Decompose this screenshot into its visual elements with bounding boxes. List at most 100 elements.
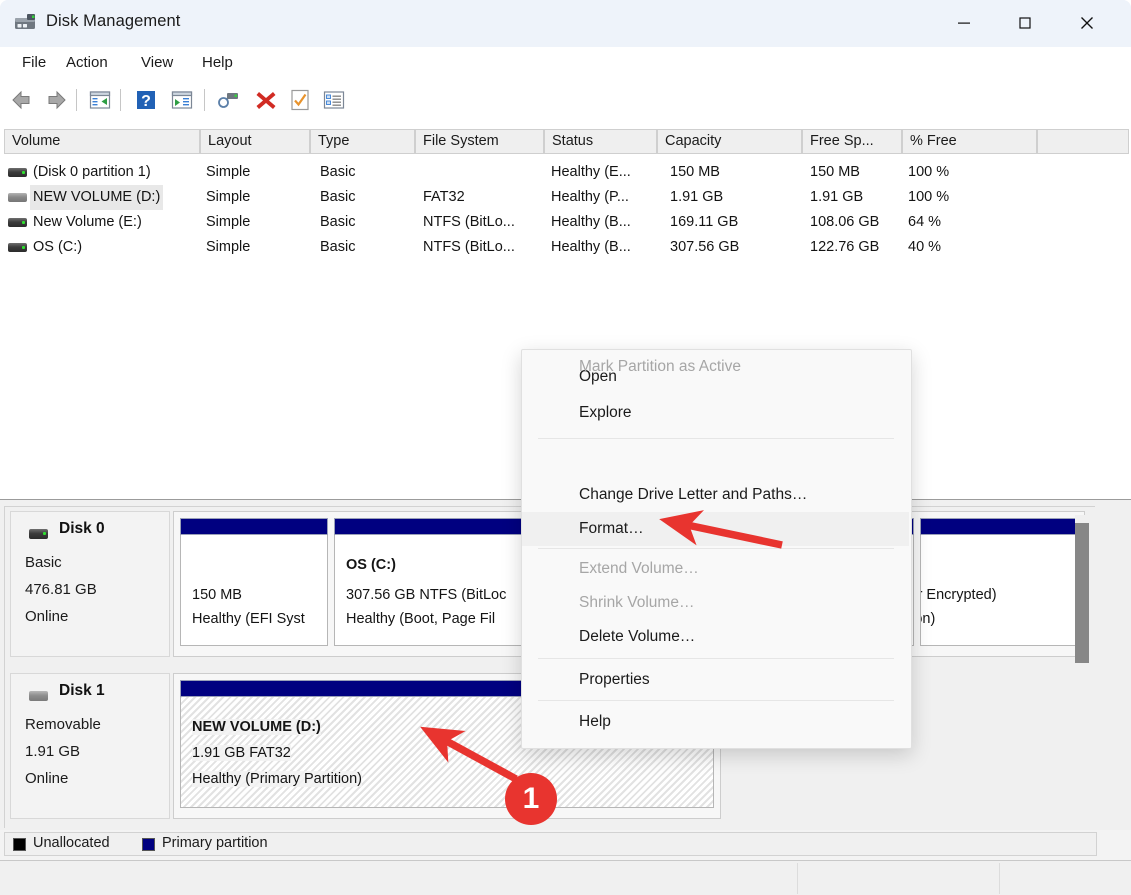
disk0-new-volume-partition[interactable]: cker Encrypted) rtition)	[920, 518, 1080, 646]
menu-bar: File Action View Help	[0, 47, 1131, 79]
rescan-disks-icon[interactable]	[216, 88, 240, 112]
up-one-level-icon[interactable]	[88, 88, 112, 112]
delete-icon[interactable]	[254, 88, 278, 112]
cell-layout: Simple	[206, 239, 251, 255]
minimize-icon	[958, 22, 970, 24]
legend-bar: Unallocated Primary partition	[4, 832, 1097, 856]
partition-size: 1.91 GB FAT32	[192, 745, 291, 761]
cell-status: Healthy (E...	[551, 164, 631, 180]
back-arrow-icon[interactable]	[10, 88, 34, 112]
disk-state: Online	[25, 770, 69, 787]
disk-management-window: Disk Management File Action View Help ? …	[0, 0, 1131, 895]
cell-free-space: 108.06 GB	[810, 214, 880, 230]
partition-body: 150 MB Healthy (EFI Syst	[180, 535, 328, 646]
menu-item-change-drive-letter-and-paths[interactable]: Change Drive Letter and Paths…	[522, 478, 909, 512]
column-header-layout[interactable]: Layout	[200, 129, 310, 154]
disk-online-icon	[29, 529, 48, 539]
table-row[interactable]: (Disk 0 partition 1) Simple Basic Health…	[0, 160, 1131, 185]
toolbar: ?	[0, 79, 1131, 122]
menu-separator-3	[538, 658, 894, 659]
legend-swatch-primary-partition	[142, 838, 155, 851]
column-header-spacer[interactable]	[1037, 129, 1129, 154]
partition-label: OS (C:)	[346, 557, 396, 573]
close-icon	[1081, 17, 1093, 29]
context-menu: Open Explore Mark Partition as Active Ch…	[521, 349, 912, 749]
toolbar-separator	[76, 89, 77, 111]
maximize-icon	[1019, 17, 1031, 29]
disk-state: Online	[25, 608, 69, 625]
cell-type: Basic	[320, 214, 356, 230]
menu-help[interactable]: Help	[196, 53, 239, 72]
help-icon[interactable]: ?	[134, 88, 158, 112]
status-bar	[0, 860, 1131, 895]
partition-color-bar	[920, 518, 1080, 535]
disk-info-0: Disk 0 Basic 476.81 GB Online	[10, 511, 170, 657]
menu-item-properties[interactable]: Properties	[522, 663, 909, 697]
menu-action[interactable]: Action	[60, 53, 114, 72]
cell-file-system: NTFS (BitLo...	[423, 214, 515, 230]
partition-status: Healthy (EFI Syst	[192, 611, 305, 627]
show-hide-console-tree-icon[interactable]	[170, 88, 194, 112]
cell-capacity: 1.91 GB	[670, 189, 724, 205]
cell-percent-free: 40 %	[908, 239, 942, 255]
partition-size: 307.56 GB NTFS (BitLoc	[346, 587, 507, 603]
disk-removable-icon	[29, 691, 48, 701]
volume-name: (Disk 0 partition 1)	[33, 164, 151, 180]
cell-file-system: FAT32	[423, 189, 465, 205]
disk-size: 1.91 GB	[25, 743, 81, 760]
menu-item-mark-partition-as-active: Mark Partition as Active	[579, 358, 741, 375]
partition-status: Healthy (Primary Partition)	[192, 771, 363, 787]
status-segment-3	[1000, 863, 1129, 894]
disk-drive-icon	[15, 14, 35, 29]
cell-status: Healthy (P...	[551, 189, 629, 205]
table-row[interactable]: New Volume (E:) Simple Basic NTFS (BitLo…	[0, 210, 1131, 235]
table-row[interactable]: NEW VOLUME (D:) Simple Basic FAT32 Healt…	[0, 185, 1131, 210]
menu-file[interactable]: File	[16, 53, 52, 72]
menu-item-help[interactable]: Help	[522, 705, 909, 739]
status-segment-1	[2, 863, 798, 894]
partition-label: NEW VOLUME (D:)	[192, 719, 321, 735]
disk-info-1: Disk 1 Removable 1.91 GB Online	[10, 673, 170, 819]
forward-arrow-icon[interactable]	[44, 88, 68, 112]
column-header-free-space[interactable]: Free Sp...	[802, 129, 902, 154]
cell-layout: Simple	[206, 164, 251, 180]
properties-icon[interactable]	[288, 88, 312, 112]
graph-scrollbar-thumb[interactable]	[1075, 523, 1089, 663]
volume-online-icon	[8, 218, 27, 227]
toolbar-separator	[204, 89, 205, 111]
annotation-badge-1: 1	[505, 773, 557, 825]
menu-item-extend-volume: Extend Volume…	[579, 560, 699, 577]
partition-status: Healthy (Boot, Page Fil	[346, 611, 496, 627]
cell-layout: Simple	[206, 214, 251, 230]
column-header-percent-free[interactable]: % Free	[902, 129, 1037, 154]
column-header-status[interactable]: Status	[544, 129, 657, 154]
column-header-capacity[interactable]: Capacity	[657, 129, 802, 154]
disk0-efi-partition[interactable]: 150 MB Healthy (EFI Syst	[180, 518, 328, 646]
column-header-volume[interactable]: Volume	[4, 129, 200, 154]
menu-separator-4	[538, 700, 894, 701]
cell-type: Basic	[320, 164, 356, 180]
close-button[interactable]	[1061, 0, 1113, 46]
column-header-type[interactable]: Type	[310, 129, 415, 154]
context-menu-format-item[interactable]: Format…	[522, 512, 909, 546]
volume-online-icon	[8, 168, 27, 177]
menu-view[interactable]: View	[135, 53, 179, 72]
minimize-button[interactable]	[938, 0, 990, 46]
legend-label-primary-partition: Primary partition	[162, 835, 268, 851]
menu-item-delete-volume[interactable]: Delete Volume…	[522, 620, 909, 654]
graph-scrollbar[interactable]	[1075, 515, 1089, 825]
menu-item-explore[interactable]: Explore	[522, 396, 909, 430]
cell-percent-free: 64 %	[908, 214, 942, 230]
cell-free-space: 150 MB	[810, 164, 860, 180]
cell-percent-free: 100 %	[908, 164, 950, 180]
column-header-file-system[interactable]: File System	[415, 129, 544, 154]
menu-item-shrink-volume: Shrink Volume…	[579, 594, 695, 611]
menu-separator-1	[538, 438, 894, 439]
volume-list-header: Volume Layout Type File System Status Ca…	[0, 129, 1131, 154]
table-row[interactable]: OS (C:) Simple Basic NTFS (BitLo... Heal…	[0, 235, 1131, 260]
cell-type: Basic	[320, 239, 356, 255]
show-task-pad-icon[interactable]	[322, 88, 346, 112]
menu-separator-2	[538, 548, 894, 549]
maximize-button[interactable]	[999, 0, 1051, 46]
disk-size: 476.81 GB	[25, 581, 97, 598]
